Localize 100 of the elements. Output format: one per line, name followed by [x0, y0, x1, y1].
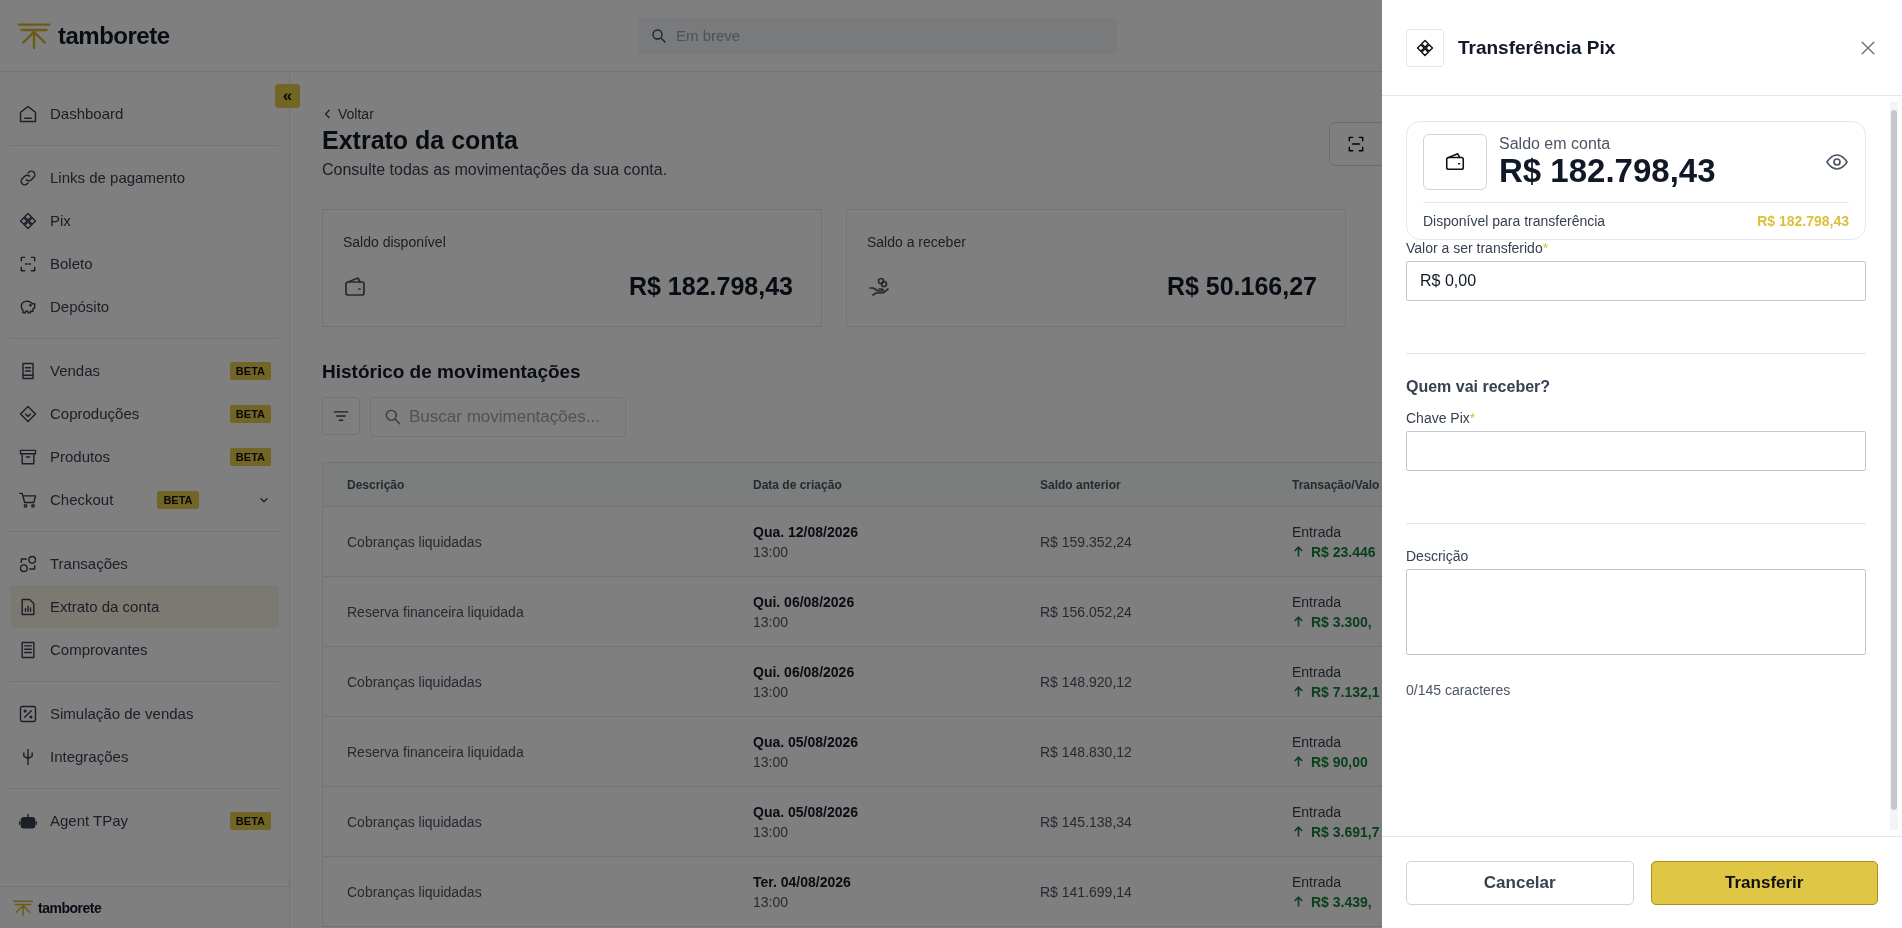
- table-cell-text: R$ 141.699,14: [1040, 883, 1133, 900]
- beta-badge: BETA: [229, 361, 271, 380]
- time-text: 13:00: [753, 613, 789, 630]
- nav-item[interactable]: Agent TPay BETA: [10, 799, 279, 842]
- arrow-up-icon: [1292, 615, 1305, 628]
- link-icon: [18, 167, 38, 188]
- tag-icon: [18, 403, 38, 424]
- diamond-icon: [1415, 37, 1435, 58]
- nav-item[interactable]: Transações: [10, 542, 279, 585]
- card-label: Saldo a receber: [867, 234, 967, 250]
- amount-text: R$ 3.439,: [1311, 893, 1372, 910]
- arrow-up-icon: [1292, 755, 1305, 768]
- input-field[interactable]: [1406, 431, 1866, 471]
- nav-item[interactable]: Simulação de vendas: [10, 692, 279, 735]
- amount-text: R$ 3.691,7: [1311, 823, 1380, 840]
- arrow-up-icon: [1292, 685, 1305, 698]
- date-text: Qua. 12/08/2026: [753, 523, 859, 540]
- field-label: Descrição: [1406, 548, 1470, 564]
- page-title: Extrato da conta: [322, 126, 519, 155]
- nav-item[interactable]: Produtos BETA: [10, 435, 279, 478]
- brand-name: tamborete: [38, 899, 102, 916]
- character-counter: 0/145 caracteres: [1406, 682, 1512, 698]
- table-cell-text: Cobranças liquidadas: [346, 673, 483, 690]
- time-text: 13:00: [753, 543, 789, 560]
- cancel-button[interactable]: Cancelar: [1406, 860, 1634, 905]
- nav-item[interactable]: Checkout BETA: [10, 478, 279, 521]
- date-text: Qua. 05/08/2026: [753, 733, 859, 750]
- page-subtitle: Consulte todas as movimentações da sua conta.: [322, 161, 669, 179]
- table-cell-text: Cobranças liquidadas: [346, 813, 483, 830]
- text-area[interactable]: [1406, 569, 1866, 655]
- field-label: Valor a ser transferido*: [1406, 240, 1550, 256]
- input-field[interactable]: R$ 0,00: [1406, 261, 1866, 301]
- cycle-icon: [18, 553, 38, 574]
- logo-icon: [12, 898, 34, 917]
- logo-icon: [16, 21, 52, 50]
- table-cell-text: R$ 148.830,12: [1040, 743, 1133, 760]
- table-cell-text: R$ 145.138,34: [1040, 813, 1133, 830]
- nav-item[interactable]: Links de pagamento: [10, 156, 279, 199]
- nav-item[interactable]: Extrato da conta: [10, 585, 279, 628]
- table-cell-text: Reserva financeira liquidada: [346, 603, 525, 620]
- drawer-title: Transferência Pix: [1458, 36, 1617, 59]
- nav-item[interactable]: Pix: [10, 199, 279, 242]
- column-header: Saldo anterior: [1040, 477, 1122, 492]
- column-header: Data de criação: [753, 477, 843, 492]
- column-header: Descrição: [346, 477, 406, 492]
- wallet-icon: [343, 274, 367, 299]
- available-value: R$ 182.798,43: [1757, 213, 1849, 229]
- transaction-type: Entrada: [1292, 663, 1342, 680]
- nav-item[interactable]: Integrações: [10, 735, 279, 778]
- balance-value: R$ 182.798,43: [1499, 152, 1717, 190]
- transaction-type: Entrada: [1292, 593, 1342, 610]
- date-text: Qui. 06/08/2026: [753, 593, 855, 610]
- time-text: 13:00: [753, 893, 789, 910]
- arrow-up-icon: [1292, 545, 1305, 558]
- amount-text: R$ 90,00: [1311, 753, 1368, 770]
- back-link[interactable]: Voltar: [322, 106, 374, 122]
- nav-item[interactable]: Comprovantes: [10, 628, 279, 671]
- transaction-type: Entrada: [1292, 523, 1342, 540]
- transaction-type: Entrada: [1292, 733, 1342, 750]
- submit-button[interactable]: Transferir: [1650, 860, 1878, 905]
- transaction-type: Entrada: [1292, 803, 1342, 820]
- table-cell-text: Reserva financeira liquidada: [346, 743, 525, 760]
- list-document-icon: [18, 639, 38, 660]
- section-title: Histórico de movimentações: [322, 361, 582, 383]
- beta-badge: BETA: [157, 490, 199, 509]
- table-cell-text: Cobranças liquidadas: [346, 533, 483, 550]
- brand-name: tamborete: [58, 21, 170, 50]
- filter-button[interactable]: [322, 397, 360, 435]
- time-text: 13:00: [753, 683, 789, 700]
- percent-icon: [18, 703, 38, 724]
- table-cell-text: R$ 156.052,24: [1040, 603, 1133, 620]
- nav-item[interactable]: Vendas BETA: [10, 349, 279, 392]
- search-icon: [383, 407, 403, 427]
- collapse-sidebar-button[interactable]: «: [275, 84, 300, 108]
- nav-item[interactable]: Boleto: [10, 242, 279, 285]
- card-label: Saldo disponível: [343, 234, 447, 250]
- table-cell-text: Cobranças liquidadas: [346, 883, 483, 900]
- time-text: 13:00: [753, 753, 789, 770]
- date-text: Qua. 05/08/2026: [753, 803, 859, 820]
- column-header: Transação/Valo: [1292, 477, 1381, 492]
- scrollbar[interactable]: [1890, 102, 1898, 830]
- amount-text: R$ 7.132,1: [1311, 683, 1380, 700]
- table-cell-text: R$ 148.920,12: [1040, 673, 1133, 690]
- diamond-icon: [18, 210, 38, 231]
- card-value: R$ 182.798,43: [628, 272, 793, 301]
- home-icon: [18, 103, 38, 124]
- date-text: Ter. 04/08/2026: [753, 873, 851, 890]
- arrow-up-icon: [1292, 825, 1305, 838]
- amount-text: R$ 3.300,: [1311, 613, 1372, 630]
- field-label: Chave Pix*: [1406, 410, 1477, 426]
- nav-item[interactable]: Depósito: [10, 285, 279, 328]
- date-text: Qui. 06/08/2026: [753, 663, 855, 680]
- chart-document-icon: [18, 596, 38, 617]
- available-label: Disponível para transferência: [1423, 213, 1606, 229]
- balance-label: Saldo em conta: [1499, 134, 1612, 153]
- scan-icon: [1346, 134, 1366, 154]
- nav-item[interactable]: Coproduções BETA: [10, 392, 279, 435]
- transaction-type: Entrada: [1292, 873, 1342, 890]
- beta-badge: BETA: [229, 404, 271, 423]
- section-heading: Quem vai receber?: [1406, 378, 1552, 396]
